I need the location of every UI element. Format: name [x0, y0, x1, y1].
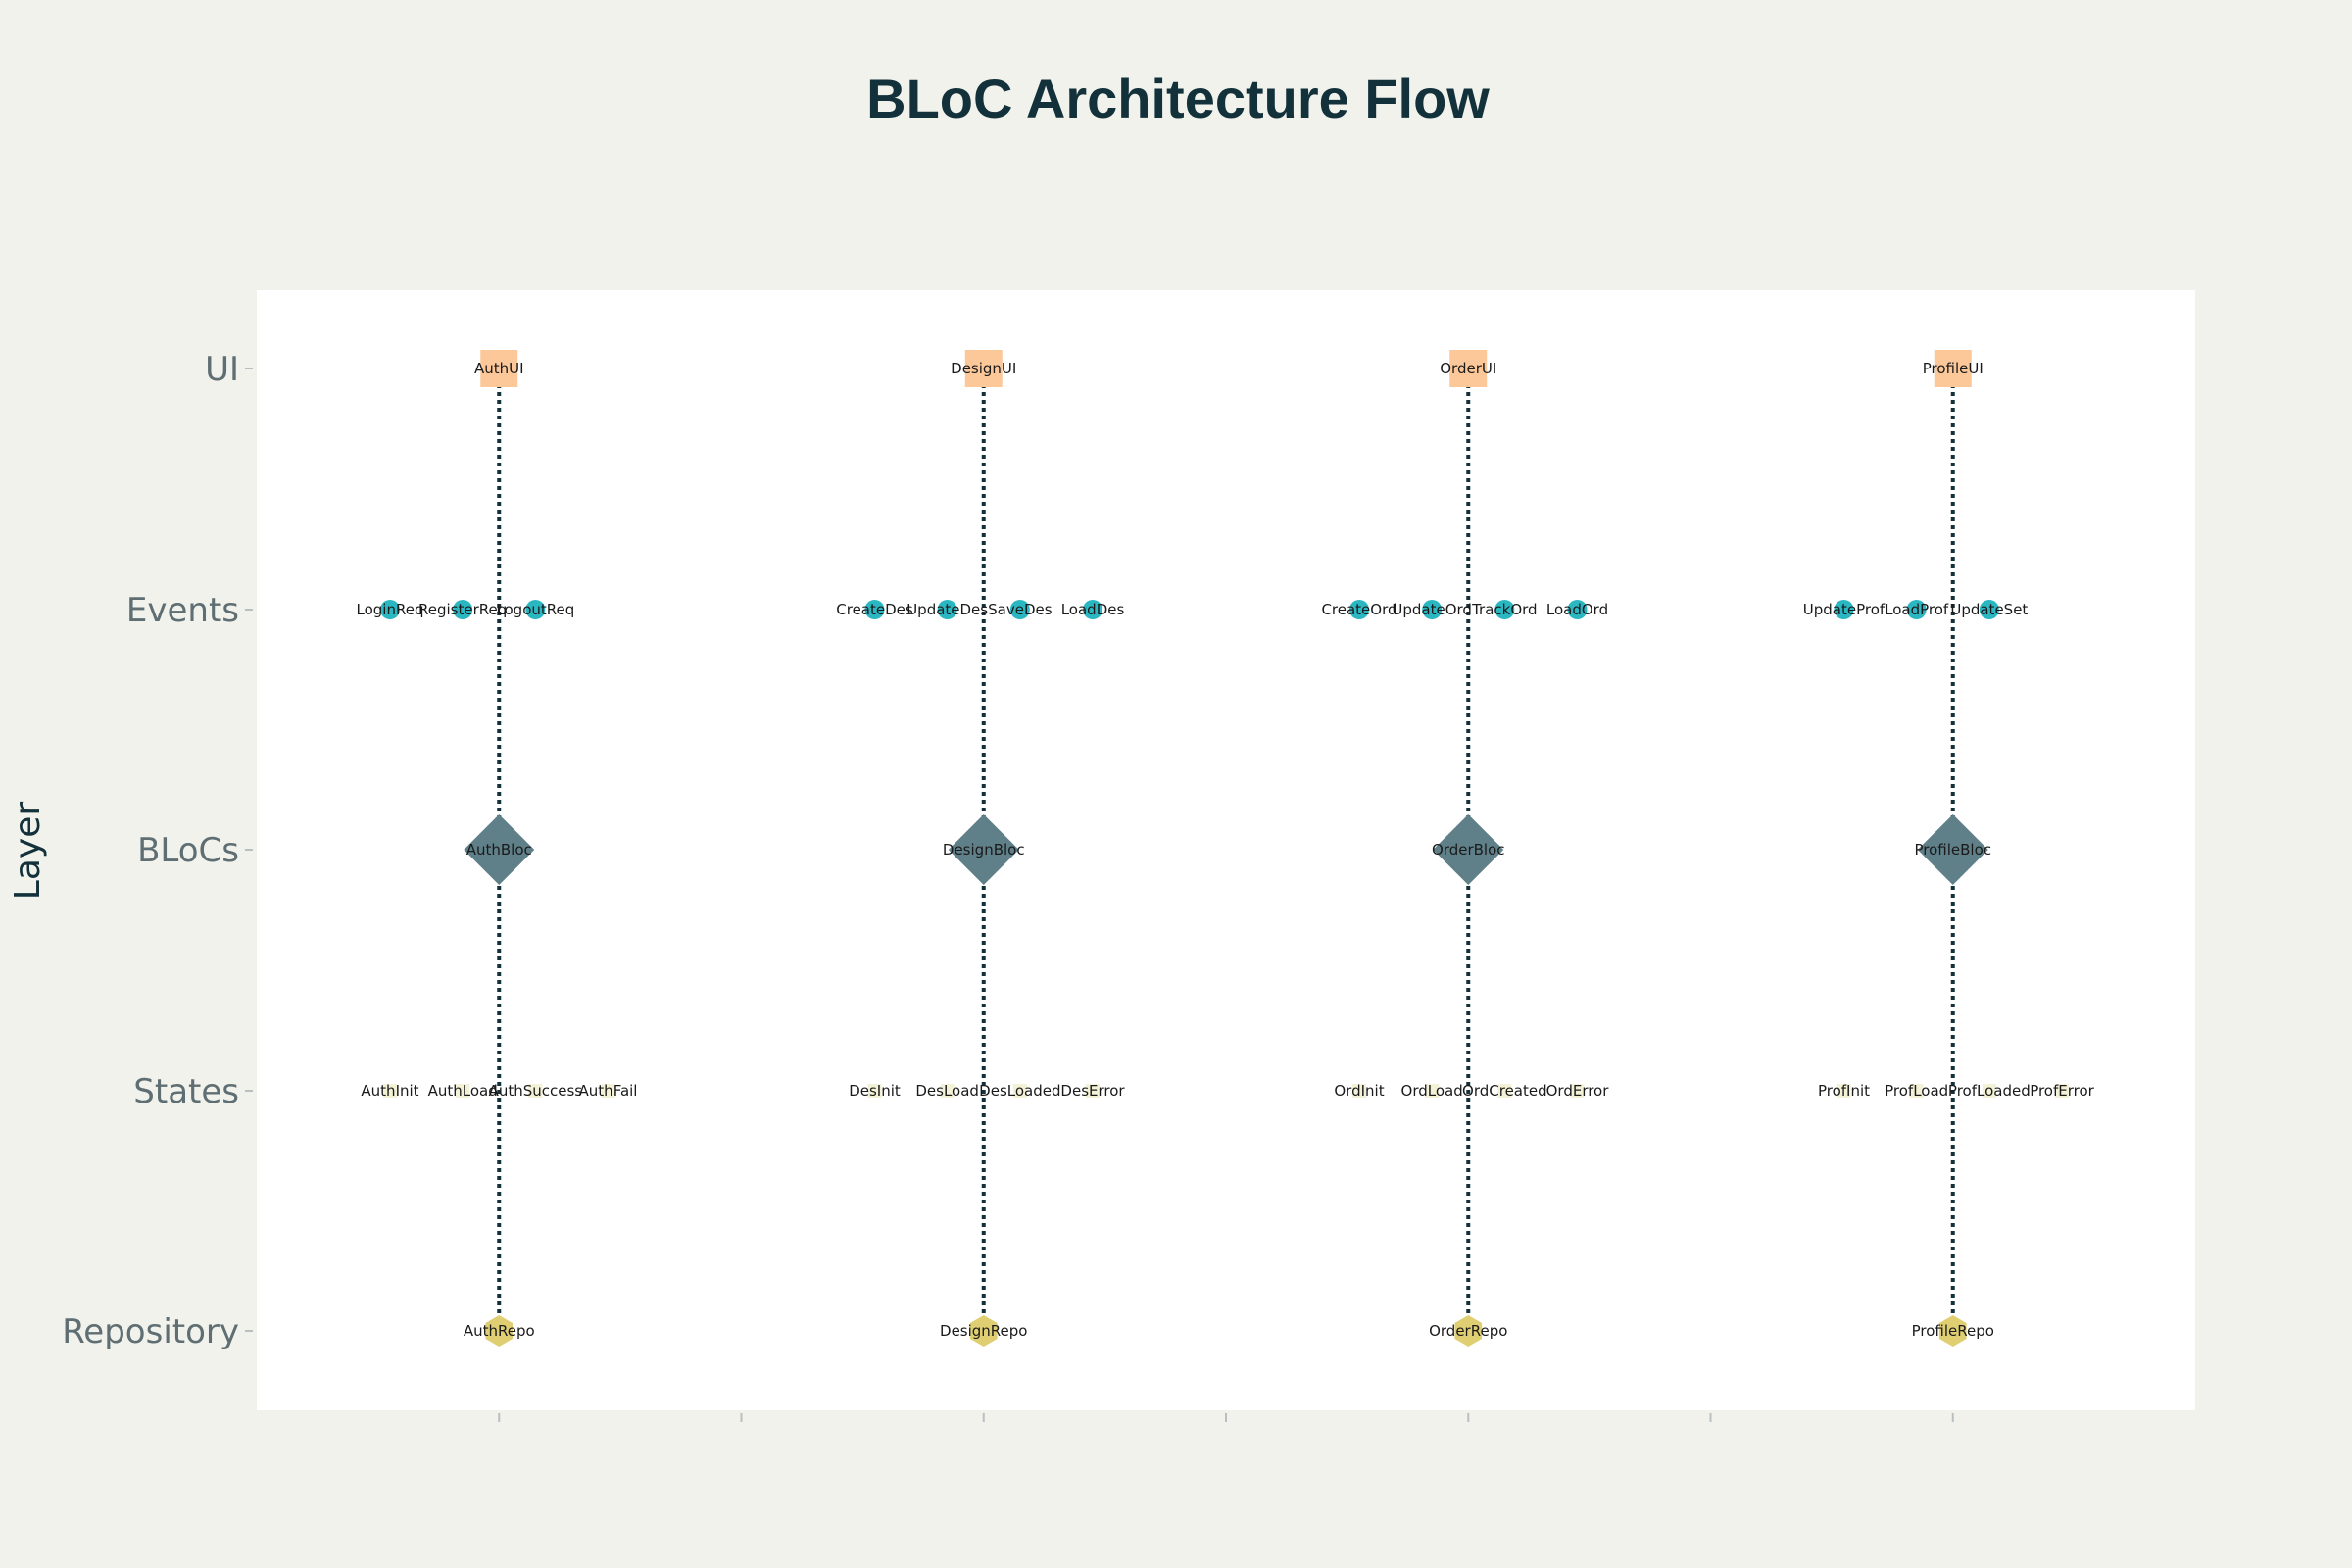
node-label-savedes: SaveDes — [988, 601, 1053, 618]
y-tick-label-states: States — [133, 1072, 239, 1111]
node-label-profload: ProfLoad — [1885, 1082, 1948, 1100]
node-label-authsuccess: AuthSuccess — [489, 1082, 583, 1100]
node-label-desloaded: DesLoaded — [979, 1082, 1060, 1100]
node-label-ordload: OrdLoad — [1401, 1082, 1463, 1100]
node-label-updatedes: UpdateDes — [906, 601, 988, 618]
node-label-authload: AuthLoad — [428, 1082, 498, 1100]
node-label-loadord: LoadOrd — [1546, 601, 1608, 618]
node-label-orderbloc: OrderBloc — [1432, 841, 1505, 858]
node-label-designbloc: DesignBloc — [943, 841, 1025, 858]
y-tick-label-blocs: BLoCs — [137, 831, 239, 870]
node-label-desload: DesLoad — [915, 1082, 979, 1100]
node-label-ordinit: OrdInit — [1334, 1082, 1384, 1100]
node-label-trackord: TrackOrd — [1471, 601, 1537, 618]
node-label-orderui: OrderUI — [1440, 360, 1496, 377]
node-label-loginreq: LoginReq — [357, 601, 424, 618]
node-label-createord: CreateOrd — [1321, 601, 1396, 618]
node-label-ordcreated: OrdCreated — [1462, 1082, 1547, 1100]
node-label-logoutreq: LogoutReq — [496, 601, 574, 618]
node-label-updateprof: UpdateProf — [1803, 601, 1886, 618]
node-label-updateset: UpdateSet — [1950, 601, 2028, 618]
node-label-designrepo: DesignRepo — [940, 1322, 1027, 1340]
plot-area — [257, 290, 2195, 1410]
node-label-proferror: ProfError — [2030, 1082, 2094, 1100]
node-label-authbloc: AuthBloc — [466, 841, 532, 858]
node-label-loadprof: LoadProf — [1885, 601, 1949, 618]
node-label-authfail: AuthFail — [579, 1082, 638, 1100]
node-label-authui: AuthUI — [474, 360, 524, 377]
node-label-profloaded: ProfLoaded — [1948, 1082, 2031, 1100]
node-label-profileui: ProfileUI — [1923, 360, 1984, 377]
node-label-desinit: DesInit — [849, 1082, 901, 1100]
node-label-profilebloc: ProfileBloc — [1914, 841, 1991, 858]
node-label-loaddes: LoadDes — [1061, 601, 1125, 618]
node-label-registerreq: RegisterReq — [418, 601, 507, 618]
y-tick-label-repository: Repository — [62, 1312, 239, 1351]
bloc-architecture-chart: BLoC Architecture Flow Layer UI Events BLo… — [0, 0, 2352, 1568]
node-label-createdes: CreateDes — [836, 601, 913, 618]
node-label-orderrepo: OrderRepo — [1429, 1322, 1507, 1340]
y-tick-label-ui: UI — [205, 350, 239, 389]
chart-title: BLoC Architecture Flow — [866, 68, 1490, 129]
y-axis-title: Layer — [8, 802, 48, 901]
y-tick-label-events: Events — [126, 591, 239, 630]
node-label-deserror: DesError — [1060, 1082, 1125, 1100]
node-label-updateord: UpdateOrd — [1392, 601, 1472, 618]
node-label-orderror: OrdError — [1546, 1082, 1610, 1100]
node-label-designui: DesignUI — [951, 360, 1016, 377]
node-label-profilerepo: ProfileRepo — [1912, 1322, 1994, 1340]
node-label-profinit: ProfInit — [1818, 1082, 1870, 1100]
node-label-authinit: AuthInit — [361, 1082, 418, 1100]
node-label-authrepo: AuthRepo — [464, 1322, 535, 1340]
